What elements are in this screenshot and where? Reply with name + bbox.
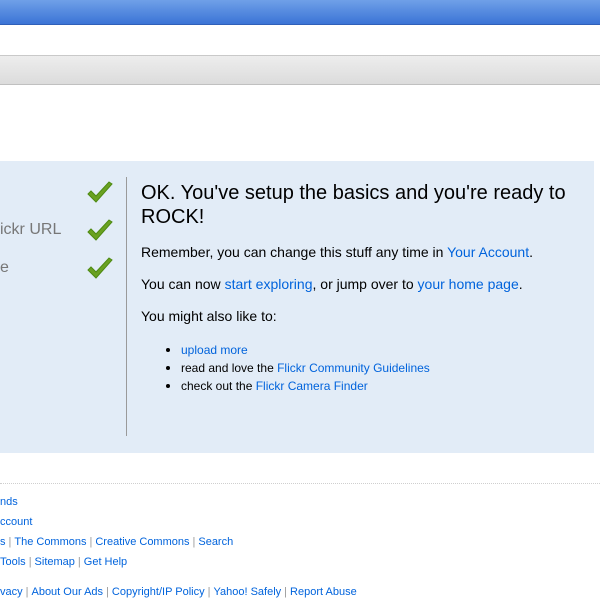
camera-finder-link[interactable]: Flickr Camera Finder [256, 379, 368, 393]
footer-link-sitemap[interactable]: Sitemap [35, 556, 75, 568]
footer-row-5: vacy | About Our Ads | Copyright/IP Policy | Y… [0, 586, 357, 598]
remember-text: Remember, you can change this stuff any … [141, 244, 533, 260]
footer-link-copyright[interactable]: Copyright/IP Policy [112, 586, 205, 598]
explore-text: You can now start exploring, or jump ove… [141, 276, 523, 292]
your-account-link[interactable]: Your Account [447, 244, 529, 260]
footer-row-4: Tools | Sitemap | Get Help [0, 556, 128, 568]
footer-row-1: nds [0, 496, 18, 508]
footer-link-creative-commons[interactable]: Creative Commons [95, 536, 189, 548]
footer-row-3: s | The Commons | Creative Commons | Search [0, 536, 234, 548]
browser-address-bar[interactable] [0, 25, 600, 56]
step-label-3: e [0, 259, 9, 276]
footer-link-privacy[interactable]: vacy [0, 586, 23, 598]
footer-link-tools[interactable]: Tools [0, 556, 26, 568]
list-item: check out the Flickr Camera Finder [164, 377, 430, 395]
footer-link-about-ads[interactable]: About Our Ads [31, 586, 103, 598]
checkmark-icon [87, 181, 113, 203]
footer-link[interactable]: nds [0, 496, 18, 508]
footer-link[interactable]: s [0, 536, 6, 548]
list-item: upload more [164, 341, 430, 359]
checkmark-icon [87, 257, 113, 279]
suggestion-list: upload more read and love the Flickr Com… [164, 341, 430, 395]
footer-link-report-abuse[interactable]: Report Abuse [290, 586, 357, 598]
step-label-url: ickr URL [0, 221, 62, 238]
footer-link-yahoo-safely[interactable]: Yahoo! Safely [213, 586, 281, 598]
browser-title-bar [0, 0, 600, 25]
footer-link-the-commons[interactable]: The Commons [14, 536, 86, 548]
browser-toolbar [0, 56, 600, 85]
start-exploring-link[interactable]: start exploring [225, 276, 313, 292]
community-guidelines-link[interactable]: Flickr Community Guidelines [277, 361, 430, 375]
page-heading: OK. You've setup the basics and you're r… [141, 182, 566, 228]
panel-divider [126, 177, 127, 436]
upload-more-link[interactable]: upload more [181, 343, 248, 357]
footer-link[interactable]: ccount [0, 516, 32, 528]
might-like-text: You might also like to: [141, 308, 277, 324]
footer-link-search[interactable]: Search [198, 536, 233, 548]
footer-link-get-help[interactable]: Get Help [84, 556, 127, 568]
footer-divider [0, 483, 600, 484]
footer-row-2: ccount [0, 516, 32, 528]
checkmark-icon [87, 219, 113, 241]
home-page-link[interactable]: your home page [418, 276, 519, 292]
list-item: read and love the Flickr Community Guide… [164, 359, 430, 377]
